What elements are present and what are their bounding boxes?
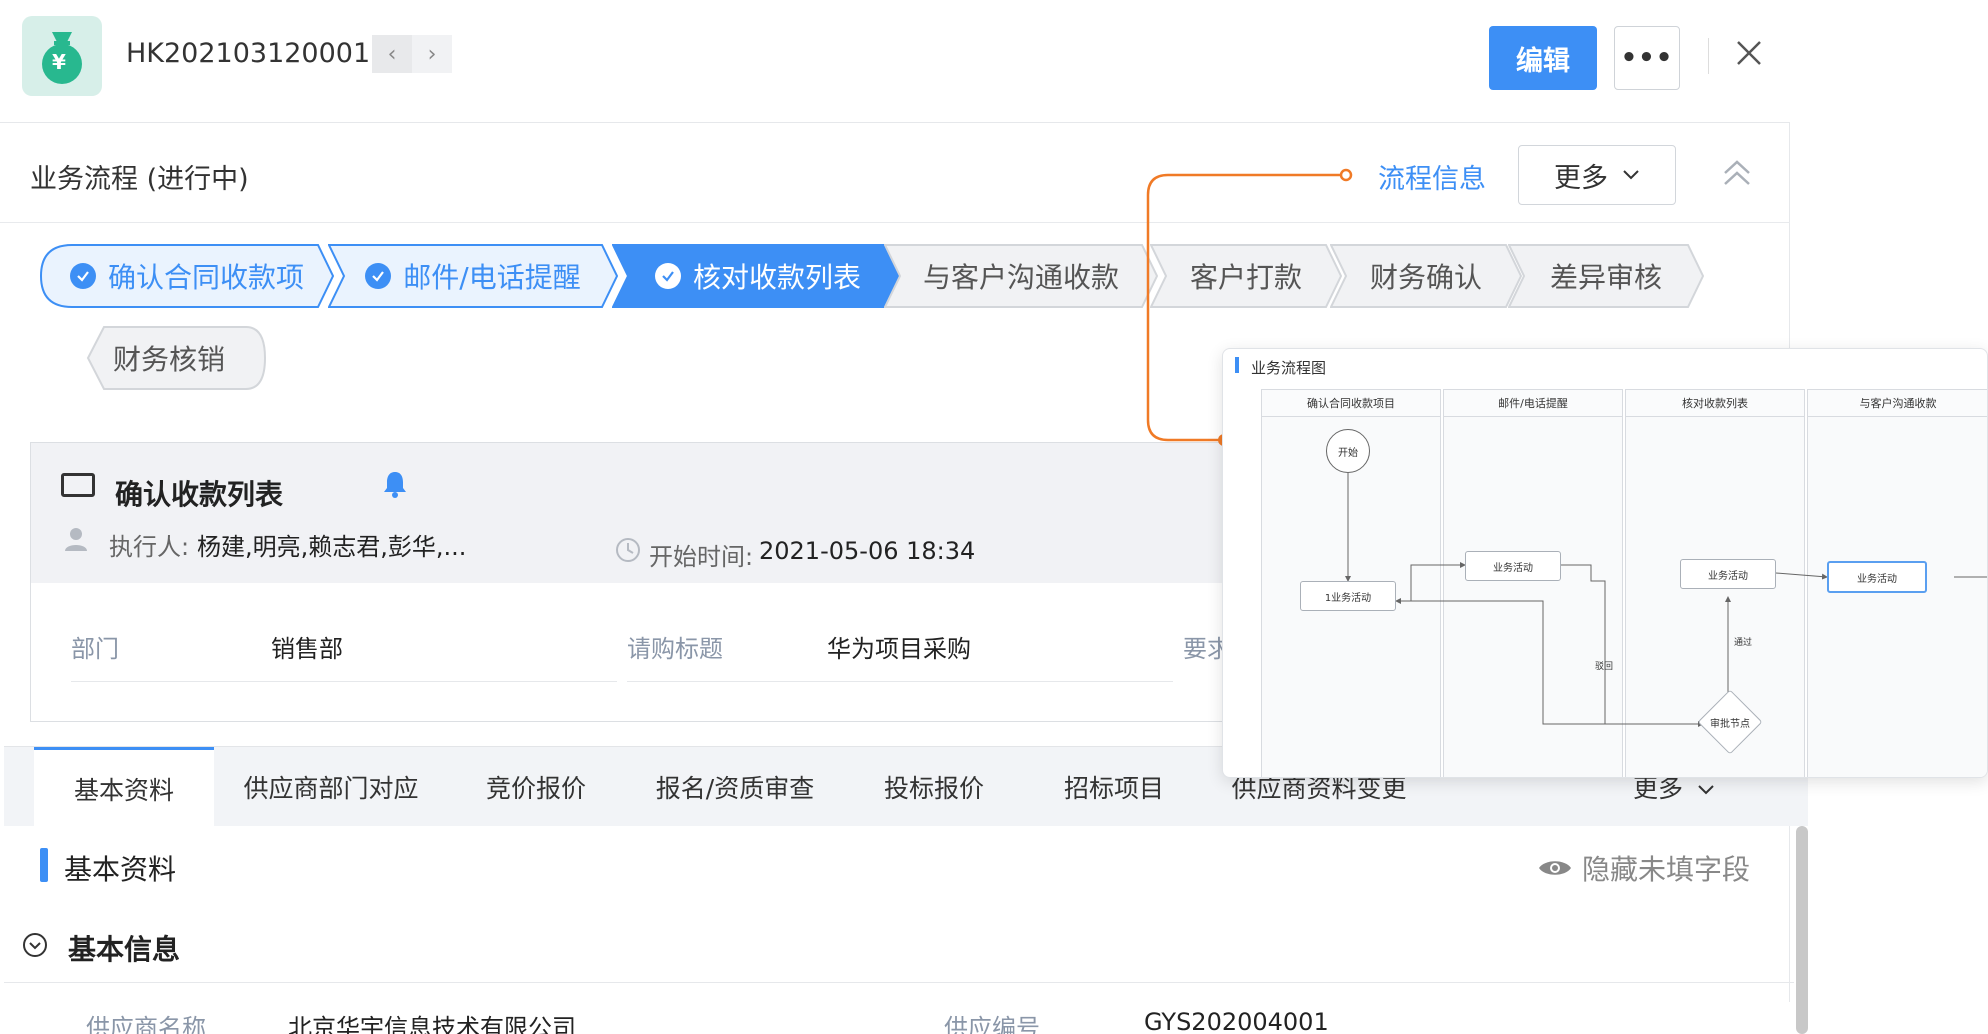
collapse-up-icon[interactable] xyxy=(1722,159,1752,187)
step-7[interactable]: 差异审核 xyxy=(1508,244,1704,308)
tab-4[interactable]: 报名/资质审查 xyxy=(626,747,844,827)
field-underline xyxy=(627,681,1173,682)
supplier-name-value: 北京华宇信息技术有限公司 xyxy=(288,1014,576,1034)
start-time-value: 2021-05-06 18:34 xyxy=(759,537,976,565)
field-label-request-title: 请购标题 xyxy=(627,635,723,663)
step-content: 差异审核 xyxy=(1550,256,1662,296)
step-content: 客户打款 xyxy=(1190,256,1302,296)
activity-node: 1业务活动 xyxy=(1300,581,1396,611)
task-card: 确认收款列表 执行人: 杨建,明亮,赖志君,彭华,... 开始时间: 2021-… xyxy=(30,442,1330,722)
start-time-label: 开始时间: xyxy=(649,543,754,571)
pass-label: 通过 xyxy=(1734,638,1753,648)
task-title: 确认收款列表 xyxy=(115,478,284,511)
more-dropdown-label: 更多 xyxy=(1554,162,1608,194)
step-content: 核对收款列表 xyxy=(654,256,861,296)
check-circle-icon xyxy=(365,263,392,289)
check-circle-icon xyxy=(654,263,681,289)
process-header: 业务流程 (进行中) 流程信息 更多 xyxy=(0,123,1790,223)
hide-empty-fields-toggle[interactable]: 隐藏未填字段 xyxy=(1538,848,1750,888)
section-title: 基本资料 xyxy=(64,853,177,886)
eye-icon xyxy=(1539,861,1571,875)
section-accent-bar xyxy=(40,848,48,882)
step-label: 财务确认 xyxy=(1369,261,1482,294)
task-window-icon xyxy=(61,473,95,497)
field-value-request-title: 华为项目采购 xyxy=(827,635,971,663)
tab-2[interactable]: 供应商部门对应 xyxy=(216,747,446,827)
supplier-code-value: GYS202004001 xyxy=(1144,1008,1329,1034)
tab-label: 竞价报价 xyxy=(485,774,586,803)
check-circle-icon xyxy=(69,263,96,289)
step-label: 与客户沟通收款 xyxy=(922,261,1119,294)
top-bar: ¥ HK202103120001 ‹ › 编辑 ••• xyxy=(0,0,1988,122)
step-content: 确认合同收款项 xyxy=(69,256,304,296)
start-node: 开始 xyxy=(1326,429,1370,473)
money-bag-icon: ¥ xyxy=(22,16,102,96)
currency-symbol: ¥ xyxy=(52,50,66,74)
tab-label: 基本资料 xyxy=(73,775,174,805)
edit-button[interactable]: 编辑 xyxy=(1489,26,1597,90)
process-title: 业务流程 (进行中) xyxy=(30,164,249,195)
executor-label: 执行人: xyxy=(109,533,190,561)
step-content: 与客户沟通收款 xyxy=(923,256,1119,296)
tab-3[interactable]: 竞价报价 xyxy=(446,747,626,827)
activity-node: 业务活动 xyxy=(1680,559,1776,589)
activity-node-current: 业务活动 xyxy=(1827,561,1927,593)
close-icon[interactable] xyxy=(1732,36,1766,70)
field-label-department: 部门 xyxy=(71,635,119,663)
activity-node: 业务活动 xyxy=(1465,551,1561,581)
reject-label: 驳回 xyxy=(1595,662,1614,672)
collapse-circle-icon[interactable] xyxy=(22,932,48,958)
supplier-name-label: 供应商名称 xyxy=(86,1014,206,1034)
step-1[interactable]: 确认合同收款项 xyxy=(40,244,334,308)
approve-node-label: 审批节点 xyxy=(1710,719,1750,730)
step-content: 邮件/电话提醒 xyxy=(365,256,581,296)
step-6[interactable]: 财务确认 xyxy=(1330,244,1522,308)
tab-label: 供应商部门对应 xyxy=(243,774,419,803)
record-id: HK202103120001 xyxy=(126,38,371,69)
separator xyxy=(4,982,1794,983)
step-5[interactable]: 客户打款 xyxy=(1150,244,1342,308)
previous-record-button[interactable]: ‹ xyxy=(372,35,412,73)
step-8[interactable]: 财务核销 xyxy=(72,326,266,390)
bell-icon[interactable] xyxy=(381,469,409,499)
step-label: 邮件/电话提醒 xyxy=(403,261,581,294)
tab-label: 招标项目 xyxy=(1063,774,1164,803)
more-dropdown[interactable]: 更多 xyxy=(1518,145,1676,205)
flowchart-popup: 业务流程图 确认合同收款项目 邮件/电话提醒 核对收款列表 与客户沟通收款 开始… xyxy=(1222,348,1988,778)
tab-5[interactable]: 投标报价 xyxy=(844,747,1024,827)
step-label: 客户打款 xyxy=(1189,261,1302,294)
header-divider xyxy=(1708,38,1709,74)
tab-label: 报名/资质审查 xyxy=(655,774,815,803)
step-label: 核对收款列表 xyxy=(692,261,861,294)
supplier-code-label: 供应编号 xyxy=(944,1014,1040,1034)
task-header: 确认收款列表 执行人: 杨建,明亮,赖志君,彭华,... 开始时间: 2021-… xyxy=(31,443,1329,583)
clock-icon xyxy=(616,538,640,562)
tab-1[interactable]: 基本资料 xyxy=(34,747,214,827)
step-label: 差异审核 xyxy=(1549,261,1662,294)
field-value-department: 销售部 xyxy=(271,635,343,663)
executor-value: 杨建,明亮,赖志君,彭华,... xyxy=(197,533,467,561)
field-underline xyxy=(71,681,617,682)
step-content: 财务核销 xyxy=(113,338,225,378)
step-4[interactable]: 与客户沟通收款 xyxy=(884,244,1158,308)
tab-6[interactable]: 招标项目 xyxy=(1024,747,1204,827)
user-icon xyxy=(65,528,87,551)
scrollbar[interactable] xyxy=(1796,826,1808,1034)
step-label: 确认合同收款项 xyxy=(107,261,304,294)
chevron-down-icon xyxy=(1623,170,1639,180)
more-actions-button[interactable]: ••• xyxy=(1614,26,1680,90)
next-record-button[interactable]: › xyxy=(412,35,452,73)
step-label: 财务核销 xyxy=(112,343,225,376)
hide-empty-label: 隐藏未填字段 xyxy=(1582,853,1751,886)
tab-label: 投标报价 xyxy=(883,774,984,803)
step-3[interactable]: 核对收款列表 xyxy=(612,244,904,308)
basic-info-title: 基本信息 xyxy=(68,933,181,966)
flow-info-link[interactable]: 流程信息 xyxy=(1378,157,1486,196)
step-2[interactable]: 邮件/电话提醒 xyxy=(328,244,618,308)
step-content: 财务确认 xyxy=(1370,256,1482,296)
